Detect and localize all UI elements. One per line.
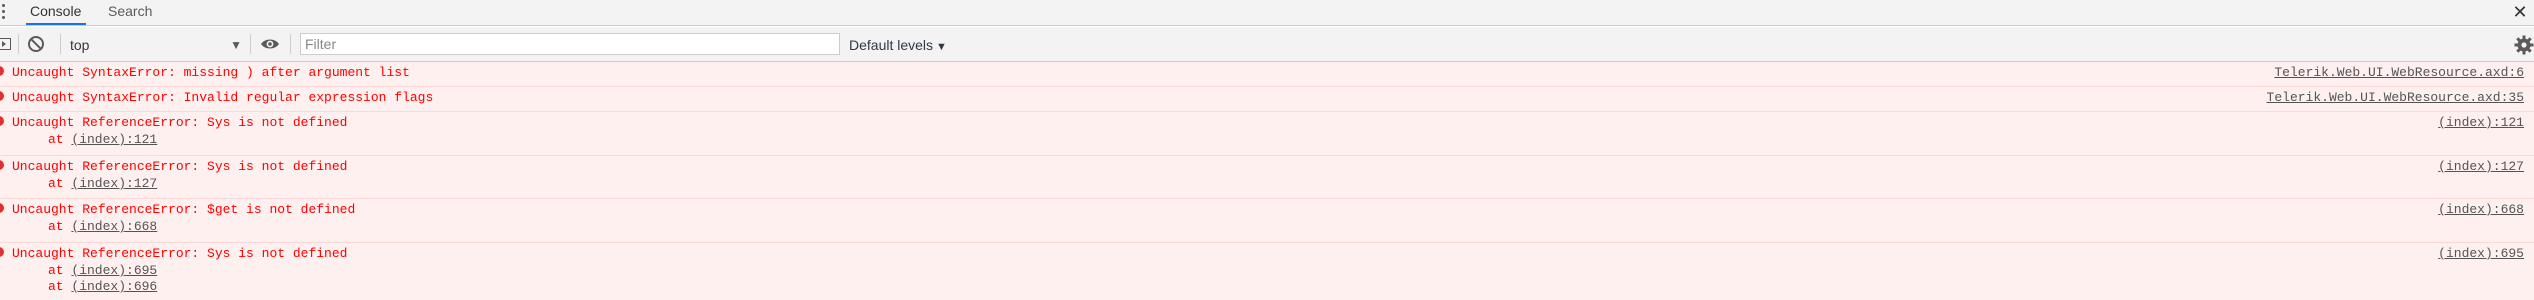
log-levels-label: Default levels (849, 37, 934, 53)
error-icon (0, 116, 4, 126)
stack-frame: at (index):668 (48, 219, 157, 234)
stack-prefix: at (48, 263, 72, 278)
toolbar-divider (60, 34, 61, 54)
console-message: Uncaught ReferenceError: Sys is not defi… (0, 112, 2534, 156)
error-icon (0, 247, 4, 257)
message-text: Uncaught ReferenceError: Sys is not defi… (12, 115, 348, 130)
toolbar-divider (290, 34, 291, 54)
stack-prefix: at (48, 176, 72, 191)
gear-icon[interactable] (2514, 35, 2534, 55)
console-message: Uncaught SyntaxError: Invalid regular ex… (0, 87, 2534, 112)
console-message: Uncaught SyntaxError: missing ) after ar… (0, 62, 2534, 87)
message-text: Uncaught ReferenceError: $get is not def… (12, 202, 356, 217)
message-text: Uncaught ReferenceError: Sys is not defi… (12, 246, 348, 261)
devtools-tabstrip: Console Search ✕ (0, 0, 2534, 26)
console-message: Uncaught ReferenceError: $get is not def… (0, 199, 2534, 243)
tab-console[interactable]: Console (26, 0, 86, 25)
context-selector[interactable]: top ▼ (70, 34, 242, 56)
clear-console-icon[interactable] (28, 36, 44, 52)
stack-link[interactable]: (index):121 (71, 132, 157, 147)
context-selector-value: top (70, 37, 90, 53)
stack-frame: at (index):127 (48, 176, 157, 191)
sidebar-toggle-icon[interactable] (0, 38, 11, 50)
toolbar-divider (18, 34, 19, 54)
toolbar-divider (250, 34, 251, 54)
message-text: Uncaught ReferenceError: Sys is not defi… (12, 159, 348, 174)
source-link[interactable]: (index):121 (2438, 115, 2524, 131)
stack-link[interactable]: (index):695 (71, 263, 157, 278)
stack-link[interactable]: (index):696 (71, 279, 157, 294)
more-vertical-icon[interactable] (2, 4, 6, 22)
chevron-down-icon: ▼ (230, 38, 242, 52)
stack-frame: at (index):121 (48, 132, 157, 147)
console-message: Uncaught ReferenceError: Sys is not defi… (0, 156, 2534, 199)
eye-icon[interactable] (260, 37, 280, 51)
stack-frame: at (index):695 (48, 263, 157, 278)
close-icon[interactable]: ✕ (2510, 1, 2530, 23)
stack-link[interactable]: (index):668 (71, 219, 157, 234)
console-message: Uncaught ReferenceError: Sys is not defi… (0, 243, 2534, 300)
error-icon (0, 160, 4, 170)
message-text: Uncaught SyntaxError: Invalid regular ex… (12, 90, 434, 105)
console-toolbar: top ▼ Default levels▼ (0, 27, 2534, 62)
filter-input[interactable] (300, 33, 840, 55)
stack-prefix: at (48, 132, 72, 147)
stack-link[interactable]: (index):127 (71, 176, 157, 191)
source-link[interactable]: (index):668 (2438, 202, 2524, 218)
error-icon (0, 66, 4, 76)
console-messages: Uncaught SyntaxError: missing ) after ar… (0, 62, 2534, 300)
source-link[interactable]: (index):127 (2438, 159, 2524, 175)
tab-search[interactable]: Search (104, 0, 160, 25)
error-icon (0, 203, 4, 213)
source-link[interactable]: Telerik.Web.UI.WebResource.axd:6 (2274, 65, 2524, 81)
source-link[interactable]: (index):695 (2438, 246, 2524, 262)
error-icon (0, 91, 4, 101)
stack-prefix: at (48, 219, 72, 234)
chevron-down-icon: ▼ (936, 41, 947, 53)
stack-frame: at (index):696 (48, 279, 157, 294)
log-levels-dropdown[interactable]: Default levels ▼ (849, 34, 947, 56)
source-link[interactable]: Telerik.Web.UI.WebResource.axd:35 (2267, 90, 2524, 106)
stack-prefix: at (48, 279, 72, 294)
message-text: Uncaught SyntaxError: missing ) after ar… (12, 65, 410, 80)
